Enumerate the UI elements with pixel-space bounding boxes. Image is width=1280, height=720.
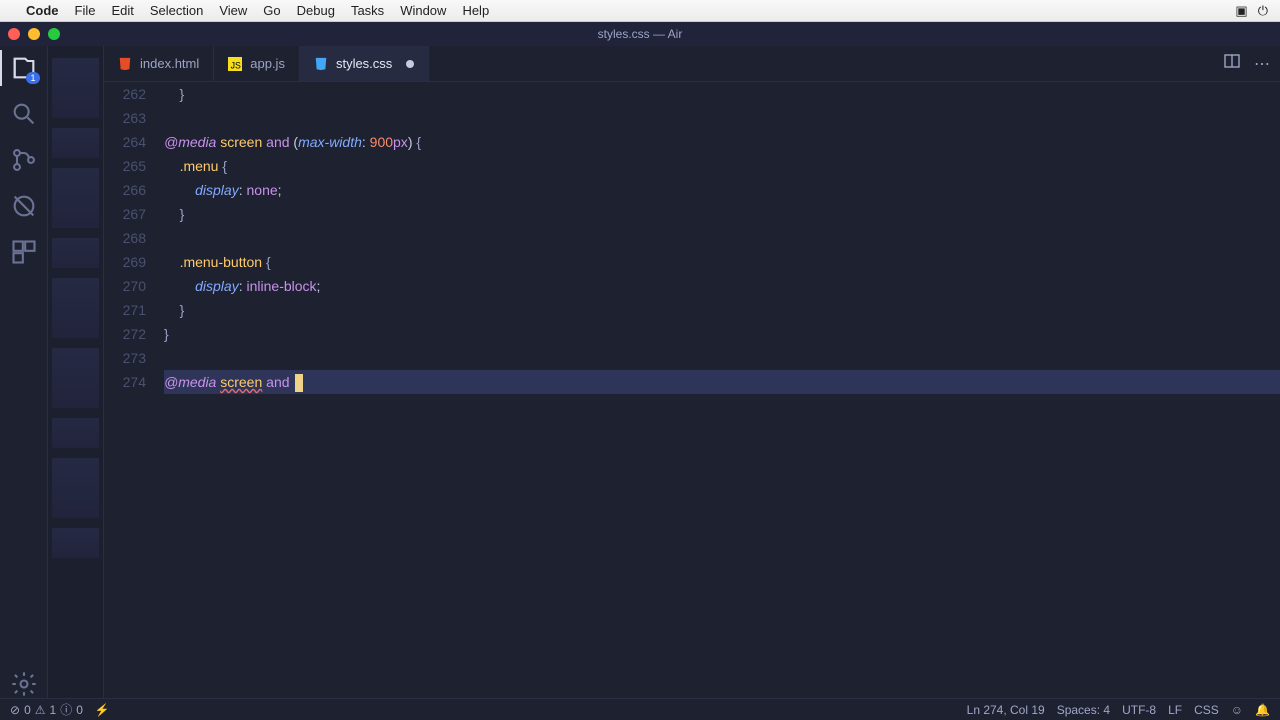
macos-menubar: Code File Edit Selection View Go Debug T… — [0, 0, 1280, 22]
info-icon: ⓘ — [60, 701, 72, 718]
line-number-gutter: 262263264265266267268269270271272273274 — [104, 82, 164, 698]
menu-debug[interactable]: Debug — [297, 3, 335, 18]
menu-tasks[interactable]: Tasks — [351, 3, 384, 18]
tab-bar: index.html JS app.js styles.css ⋯ — [104, 46, 1280, 82]
status-feedback-icon[interactable]: ☺ — [1231, 703, 1243, 717]
status-bar: ⊘0 ⚠1 ⓘ0 ⚡ Ln 274, Col 19 Spaces: 4 UTF-… — [0, 698, 1280, 720]
menu-window[interactable]: Window — [400, 3, 446, 18]
code-content[interactable]: }@media screen and (max-width: 900px) { … — [164, 82, 1280, 698]
activity-search[interactable] — [10, 100, 38, 128]
svg-text:JS: JS — [231, 60, 241, 70]
power-icon[interactable]: ⏻ — [1258, 3, 1268, 19]
html-file-icon — [118, 57, 132, 71]
activity-debug[interactable] — [10, 192, 38, 220]
code-editor[interactable]: 262263264265266267268269270271272273274 … — [104, 82, 1280, 698]
window-title: styles.css — Air — [598, 27, 683, 41]
tab-label: styles.css — [336, 56, 392, 71]
explorer-badge: 1 — [26, 72, 39, 84]
css-file-icon — [314, 57, 328, 71]
titlebar: styles.css — Air — [0, 22, 1280, 46]
tab-label: app.js — [250, 56, 285, 71]
dirty-indicator-icon — [406, 60, 414, 68]
tab-app-js[interactable]: JS app.js — [214, 46, 300, 81]
split-editor-icon[interactable] — [1224, 53, 1240, 74]
close-window-button[interactable] — [8, 28, 20, 40]
error-icon: ⊘ — [10, 703, 20, 717]
status-notifications-icon[interactable]: 🔔 — [1255, 703, 1270, 717]
activity-settings[interactable] — [10, 670, 38, 698]
status-indentation[interactable]: Spaces: 4 — [1057, 703, 1110, 717]
maximize-window-button[interactable] — [48, 28, 60, 40]
tab-styles-css[interactable]: styles.css — [300, 46, 429, 81]
menu-go[interactable]: Go — [263, 3, 280, 18]
tab-index-html[interactable]: index.html — [104, 46, 214, 81]
activity-extensions[interactable] — [10, 238, 38, 266]
status-encoding[interactable]: UTF-8 — [1122, 703, 1156, 717]
more-actions-icon[interactable]: ⋯ — [1254, 54, 1270, 74]
minimap[interactable] — [48, 46, 104, 698]
menu-view[interactable]: View — [219, 3, 247, 18]
status-language[interactable]: CSS — [1194, 703, 1219, 717]
activity-explorer[interactable]: 1 — [10, 54, 38, 82]
window-controls — [8, 28, 60, 40]
status-eol[interactable]: LF — [1168, 703, 1182, 717]
editor-group: index.html JS app.js styles.css ⋯ — [104, 46, 1280, 698]
menu-selection[interactable]: Selection — [150, 3, 203, 18]
js-file-icon: JS — [228, 57, 242, 71]
status-cursor-position[interactable]: Ln 274, Col 19 — [967, 703, 1045, 717]
status-sync[interactable]: ⚡ — [95, 703, 110, 717]
minimize-window-button[interactable] — [28, 28, 40, 40]
menubar-app-name[interactable]: Code — [26, 3, 59, 18]
menu-help[interactable]: Help — [462, 3, 489, 18]
screen-record-icon[interactable]: ▣ — [1235, 3, 1247, 19]
status-problems[interactable]: ⊘0 ⚠1 ⓘ0 — [10, 701, 83, 718]
vscode-window: styles.css — Air 1 — [0, 22, 1280, 720]
activity-source-control[interactable] — [10, 146, 38, 174]
menu-file[interactable]: File — [75, 3, 96, 18]
warning-icon: ⚠ — [35, 703, 46, 717]
activity-bar: 1 — [0, 46, 48, 698]
menu-edit[interactable]: Edit — [111, 3, 133, 18]
workbench: 1 — [0, 46, 1280, 698]
tab-label: index.html — [140, 56, 199, 71]
